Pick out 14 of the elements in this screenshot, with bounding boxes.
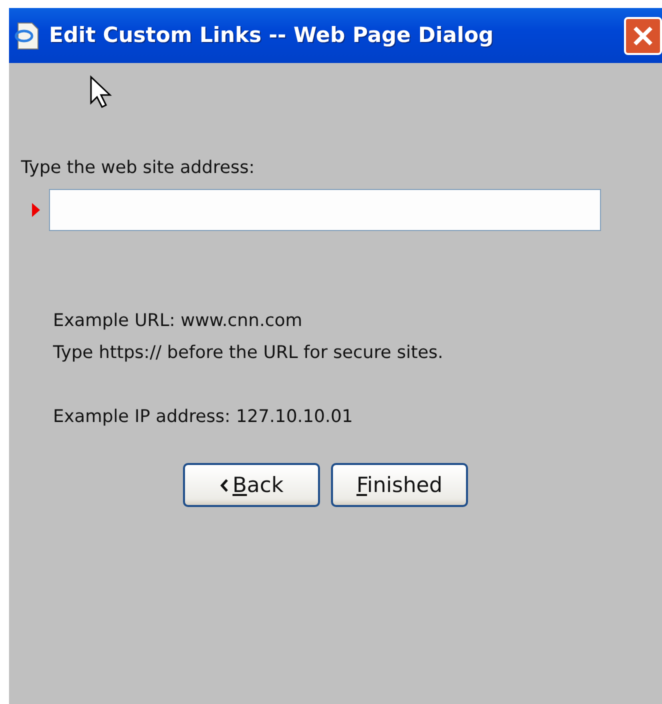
address-label: Type the web site address:: [21, 157, 255, 180]
address-field[interactable]: [49, 189, 601, 232]
page-icon: [13, 20, 41, 50]
mouse-pointer-icon: [89, 75, 115, 109]
hint-text: Type https:// before the URL for secure sites.: [53, 343, 444, 364]
close-icon: [632, 25, 654, 47]
required-marker-icon: [31, 202, 41, 218]
chevron-left-icon: [220, 478, 228, 492]
finished-button[interactable]: Finished: [331, 463, 468, 508]
window-title: Edit Custom Links -- Web Page Dialog: [49, 22, 494, 49]
back-button[interactable]: Back: [183, 463, 320, 508]
hint-text: Example IP address: 127.10.10.01: [53, 407, 353, 428]
close-button[interactable]: [624, 17, 662, 55]
hint-text: Example URL: www.cnn.com: [53, 311, 302, 332]
